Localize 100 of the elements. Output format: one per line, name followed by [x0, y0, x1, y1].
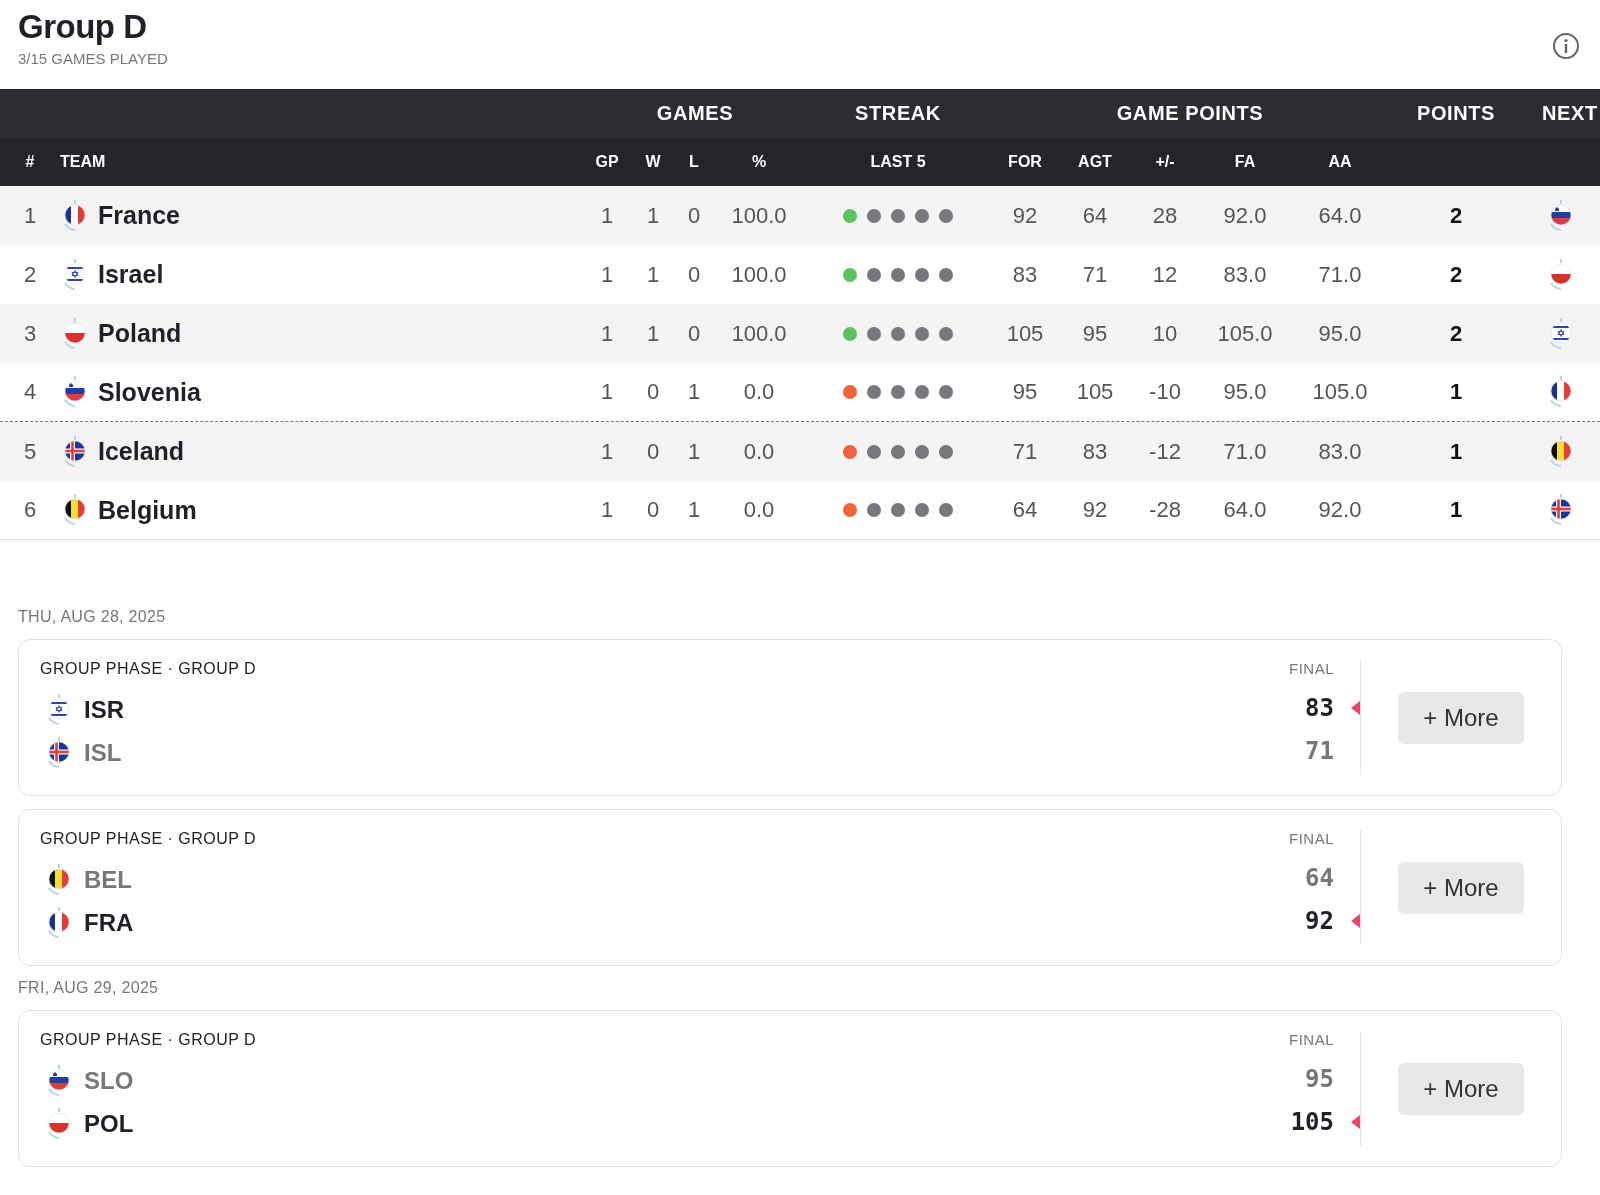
- date-label: THU, AUG 28, 2025: [18, 608, 167, 626]
- game-status: FINAL: [1289, 830, 1334, 849]
- date-label: FRI, AUG 29, 2025: [18, 979, 160, 997]
- table-cell: 0: [687, 261, 701, 288]
- table-cell: 71.0: [1223, 438, 1267, 465]
- game-phase: GROUP PHASE · GROUP D: [40, 1031, 258, 1049]
- team-name[interactable]: Belgium: [98, 495, 197, 525]
- table-cell: 12: [1152, 261, 1178, 288]
- table-cell: 71: [1082, 261, 1108, 288]
- more-button[interactable]: + More: [1398, 1063, 1524, 1115]
- column-group-header: POINTS: [1416, 102, 1496, 125]
- column-header: #: [25, 153, 35, 171]
- column-header: W: [645, 153, 661, 171]
- table-cell: 100.0: [731, 320, 787, 347]
- table-cell: 1: [646, 202, 660, 229]
- winner-arrow-icon: [1351, 1114, 1360, 1129]
- winner-arrow-icon: [1351, 700, 1360, 715]
- game-status: FINAL: [1289, 1031, 1334, 1050]
- table-cell: 1: [600, 438, 614, 465]
- table-cell: 0: [646, 497, 660, 523]
- table-cell: 1: [1449, 497, 1463, 523]
- team-code: ISL: [84, 738, 122, 767]
- column-group-header: NEXT: [1542, 102, 1598, 125]
- table-cell: 0.0: [743, 438, 775, 465]
- table-cell: 1: [687, 379, 701, 405]
- table-cell: -10: [1149, 379, 1181, 405]
- game-phase: GROUP PHASE · GROUP D: [40, 830, 258, 848]
- table-cell: 2: [1449, 202, 1463, 229]
- table-cell: 1: [1449, 379, 1463, 405]
- game-phase: GROUP PHASE · GROUP D: [40, 660, 258, 678]
- table-cell: 2: [23, 261, 37, 288]
- table-cell: 0.0: [743, 497, 775, 523]
- team-code: SLO: [84, 1066, 134, 1095]
- table-cell: 105: [1076, 379, 1114, 405]
- column-header: %: [751, 153, 767, 171]
- team-score: 92: [1305, 906, 1334, 935]
- table-cell: 4: [23, 379, 37, 405]
- winner-arrow-icon: [1351, 913, 1360, 928]
- table-cell: 0: [646, 438, 660, 465]
- table-cell: 92.0: [1223, 202, 1267, 229]
- column-header: FOR: [1008, 153, 1042, 171]
- table-cell: 95.0: [1318, 320, 1362, 347]
- table-cell: 105.0: [1217, 320, 1273, 347]
- column-group-header: GAME POINTS: [1116, 102, 1264, 125]
- table-cell: 95.0: [1223, 379, 1267, 405]
- team-score: 71: [1305, 736, 1334, 765]
- team-code: ISR: [84, 695, 124, 724]
- table-cell: 5: [23, 438, 37, 465]
- table-cell: 92: [1082, 497, 1108, 523]
- column-header: TEAM: [60, 153, 106, 171]
- team-name[interactable]: Iceland: [98, 437, 185, 466]
- table-cell: 83: [1012, 261, 1038, 288]
- info-icon[interactable]: [1552, 32, 1580, 60]
- table-cell: 64.0: [1318, 202, 1362, 229]
- column-header: LAST 5: [870, 153, 926, 171]
- table-cell: 1: [600, 261, 614, 288]
- table-cell: 92.0: [1318, 497, 1362, 523]
- table-cell: 95: [1012, 379, 1038, 405]
- games-played: 3/15 GAMES PLAYED: [18, 50, 168, 67]
- team-code: BEL: [84, 865, 132, 894]
- table-cell: 1: [1449, 438, 1463, 465]
- table-cell: -28: [1149, 497, 1181, 523]
- table-cell: 71: [1012, 438, 1038, 465]
- team-name[interactable]: France: [98, 201, 180, 230]
- team-score: 83: [1305, 693, 1334, 722]
- more-button[interactable]: + More: [1398, 692, 1524, 744]
- table-cell: 28: [1152, 202, 1178, 229]
- table-cell: 1: [600, 320, 614, 347]
- table-cell: 10: [1152, 320, 1178, 347]
- team-name[interactable]: Poland: [98, 319, 182, 348]
- table-cell: 64.0: [1223, 497, 1267, 523]
- team-code: FRA: [84, 908, 134, 937]
- table-cell: 1: [646, 320, 660, 347]
- more-button[interactable]: + More: [1398, 862, 1524, 914]
- table-cell: 0: [687, 202, 701, 229]
- column-header: GP: [595, 153, 619, 171]
- table-cell: 1: [600, 379, 614, 405]
- table-cell: 95: [1082, 320, 1108, 347]
- table-cell: 100.0: [731, 261, 787, 288]
- table-cell: 2: [1449, 261, 1463, 288]
- table-cell: 92: [1012, 202, 1038, 229]
- team-name[interactable]: Slovenia: [98, 377, 201, 407]
- column-header: FA: [1234, 153, 1256, 171]
- table-cell: 83.0: [1318, 438, 1362, 465]
- table-cell: 0: [646, 379, 660, 405]
- team-name[interactable]: Israel: [98, 260, 164, 289]
- table-cell: 6: [23, 497, 37, 523]
- group-title: Group D: [18, 8, 148, 46]
- table-cell: 1: [23, 202, 37, 229]
- table-cell: 0: [687, 320, 701, 347]
- table-cell: 1: [687, 438, 701, 465]
- column-header: AA: [1328, 153, 1352, 171]
- column-header: AGT: [1078, 153, 1112, 171]
- game-status: FINAL: [1289, 660, 1334, 679]
- table-cell: 1: [600, 497, 614, 523]
- team-score: 64: [1305, 863, 1334, 892]
- column-header: +/-: [1155, 153, 1175, 171]
- table-cell: 100.0: [731, 202, 787, 229]
- table-cell: 71.0: [1318, 261, 1362, 288]
- table-cell: 2: [1449, 320, 1463, 347]
